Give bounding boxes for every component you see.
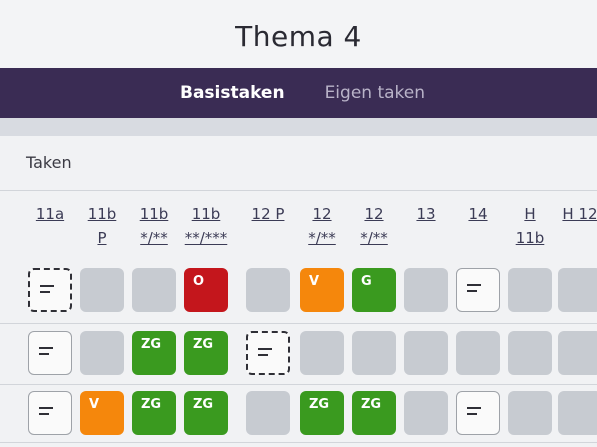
column-header[interactable]: 12 P: [240, 202, 296, 226]
column-header-line2: P: [97, 229, 107, 247]
column-header-line1: H: [524, 205, 536, 223]
task-cell[interactable]: [132, 268, 176, 312]
task-cell[interactable]: [508, 331, 552, 375]
task-cell[interactable]: [558, 268, 597, 312]
section-label: Taken: [26, 153, 72, 172]
task-cell[interactable]: [456, 268, 500, 312]
tab-bar: Basistaken Eigen taken: [0, 68, 597, 118]
note-icon: [39, 407, 57, 417]
cell-grade-label: ZG: [141, 337, 162, 352]
column-header-line1: 14: [468, 205, 488, 223]
task-cell[interactable]: ZG: [300, 391, 344, 435]
task-cell[interactable]: ZG: [352, 391, 396, 435]
task-cell[interactable]: [246, 331, 290, 375]
task-cell[interactable]: ZG: [132, 331, 176, 375]
task-cell[interactable]: [80, 268, 124, 312]
task-cell[interactable]: [246, 391, 290, 435]
task-cell[interactable]: [404, 331, 448, 375]
separator-strip: [0, 118, 597, 136]
column-header[interactable]: 11a: [22, 202, 78, 226]
tab-basistaken[interactable]: Basistaken: [172, 83, 285, 103]
task-cell[interactable]: [300, 331, 344, 375]
cell-grade-label: ZG: [141, 397, 162, 412]
task-cell[interactable]: [558, 331, 597, 375]
column-header-line2: */**: [360, 229, 388, 247]
task-cell[interactable]: [456, 391, 500, 435]
section-divider: [0, 190, 597, 191]
note-icon: [258, 348, 276, 358]
task-cell[interactable]: [456, 331, 500, 375]
column-header[interactable]: 11b */**: [126, 202, 182, 250]
task-cell[interactable]: [558, 391, 597, 435]
column-header[interactable]: 12 */**: [294, 202, 350, 250]
cell-grade-label: O: [193, 274, 205, 289]
task-cell[interactable]: V: [80, 391, 124, 435]
note-icon: [467, 284, 485, 294]
task-cell[interactable]: [246, 268, 290, 312]
task-cell[interactable]: O: [184, 268, 228, 312]
column-header-line1: 12: [312, 205, 332, 223]
column-header[interactable]: 11b P: [74, 202, 130, 250]
column-header-line1: 12 P: [251, 205, 285, 223]
column-header[interactable]: H 11b: [502, 202, 558, 250]
task-cell[interactable]: ZG: [132, 391, 176, 435]
note-icon: [467, 407, 485, 417]
cell-grade-label: V: [89, 397, 100, 412]
column-header-line1: 11b: [139, 205, 169, 223]
task-cell[interactable]: ZG: [184, 391, 228, 435]
task-cell[interactable]: [28, 331, 72, 375]
note-icon: [40, 285, 58, 295]
column-header-line1: 11b: [191, 205, 221, 223]
cell-grade-label: ZG: [193, 337, 214, 352]
cell-grade-label: V: [309, 274, 320, 289]
column-header[interactable]: 13: [398, 202, 454, 226]
task-cell[interactable]: [404, 268, 448, 312]
column-header-line2: **/***: [184, 229, 228, 247]
column-header[interactable]: 12 */**: [346, 202, 402, 250]
task-cell[interactable]: [508, 268, 552, 312]
app-screen: Thema 4 Basistaken Eigen taken Taken 11a…: [0, 0, 597, 447]
task-cell[interactable]: [352, 331, 396, 375]
task-cell[interactable]: [508, 391, 552, 435]
task-cell[interactable]: ZG: [184, 331, 228, 375]
task-cell[interactable]: [28, 268, 72, 312]
column-header[interactable]: H 12: [552, 202, 597, 226]
row-divider: [0, 323, 597, 324]
column-header-line1: 13: [416, 205, 436, 223]
column-header[interactable]: 14: [450, 202, 506, 226]
column-header-line2: */**: [140, 229, 168, 247]
column-header[interactable]: 11b **/***: [178, 202, 234, 250]
task-cell[interactable]: V: [300, 268, 344, 312]
task-cell[interactable]: [28, 391, 72, 435]
cell-grade-label: ZG: [309, 397, 330, 412]
cell-grade-label: ZG: [193, 397, 214, 412]
column-header-line1: 12: [364, 205, 384, 223]
task-cell[interactable]: [80, 331, 124, 375]
column-header-line1: 11b: [87, 205, 117, 223]
header: Thema 4: [0, 0, 597, 68]
cell-grade-label: ZG: [361, 397, 382, 412]
page-title: Thema 4: [235, 19, 362, 53]
column-header-line1: H 12: [562, 205, 597, 223]
note-icon: [39, 347, 57, 357]
cell-grade-label: G: [361, 274, 372, 289]
row-divider: [0, 384, 597, 385]
task-cell[interactable]: [404, 391, 448, 435]
row-divider: [0, 442, 597, 443]
task-cell[interactable]: G: [352, 268, 396, 312]
tab-eigen-taken[interactable]: Eigen taken: [317, 83, 425, 103]
column-header-line1: 11a: [35, 205, 65, 223]
column-header-line2: */**: [308, 229, 336, 247]
column-header-line2: 11b: [515, 229, 545, 247]
